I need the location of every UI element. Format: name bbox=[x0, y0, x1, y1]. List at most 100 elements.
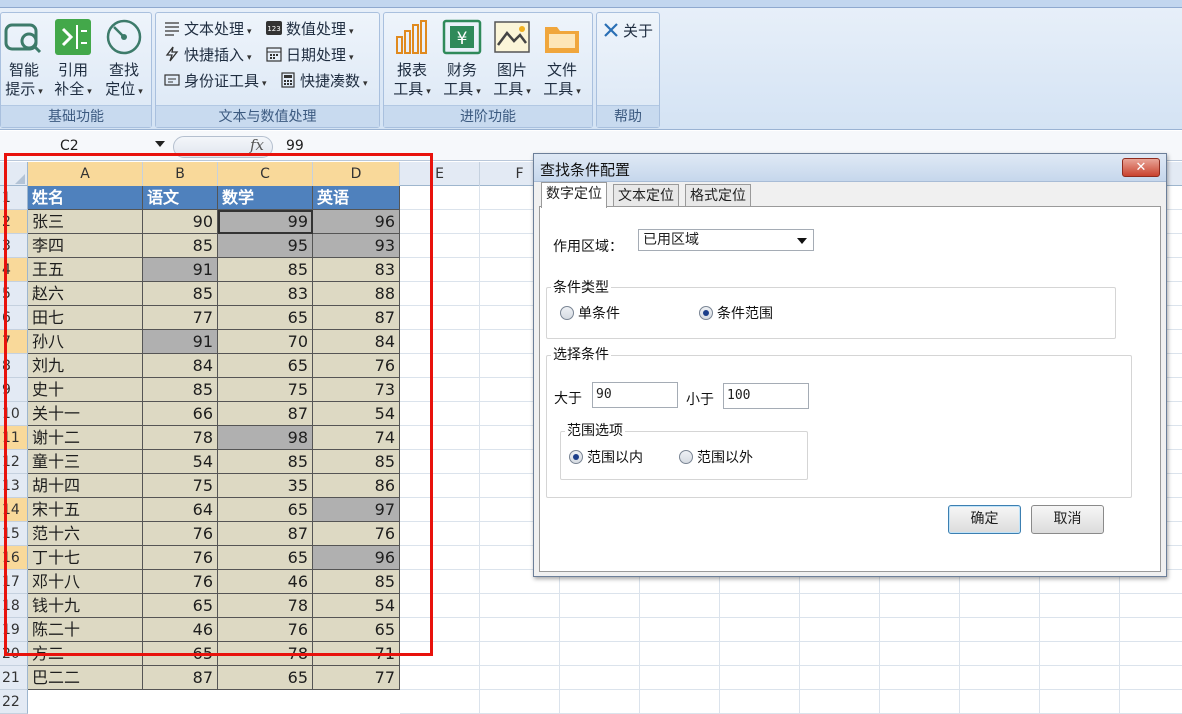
score-cell[interactable]: 76 bbox=[143, 522, 218, 546]
score-cell[interactable]: 90 bbox=[143, 210, 218, 234]
score-cell[interactable]: 77 bbox=[143, 306, 218, 330]
text-process-button[interactable]: 文本处理 ▾ bbox=[164, 17, 252, 41]
name-cell[interactable]: 钱十九 bbox=[28, 594, 143, 618]
less-than-input[interactable]: 100 bbox=[723, 383, 809, 409]
score-cell[interactable]: 65 bbox=[218, 498, 313, 522]
row-header-3[interactable]: 3 bbox=[0, 234, 28, 258]
range-inside-radio[interactable]: 范围以内 bbox=[569, 447, 643, 467]
name-cell[interactable]: 邓十八 bbox=[28, 570, 143, 594]
name-cell[interactable]: 胡十四 bbox=[28, 474, 143, 498]
score-cell[interactable]: 76 bbox=[218, 618, 313, 642]
picture-tool-button[interactable]: 图片 工具 ▾ bbox=[487, 17, 537, 102]
ok-button[interactable]: 确定 bbox=[948, 505, 1021, 534]
name-box-dropdown-icon[interactable] bbox=[155, 141, 165, 147]
score-cell[interactable]: 84 bbox=[313, 330, 400, 354]
score-cell[interactable]: 85 bbox=[313, 450, 400, 474]
score-cell[interactable]: 76 bbox=[143, 570, 218, 594]
name-cell[interactable]: 童十三 bbox=[28, 450, 143, 474]
score-cell[interactable]: 76 bbox=[313, 522, 400, 546]
name-cell[interactable]: 赵六 bbox=[28, 282, 143, 306]
date-process-button[interactable]: 日期处理 ▾ bbox=[266, 43, 354, 67]
name-box[interactable]: C2 bbox=[0, 135, 170, 157]
score-cell[interactable]: 54 bbox=[143, 450, 218, 474]
row-header-4[interactable]: 4 bbox=[0, 258, 28, 282]
score-cell[interactable]: 74 bbox=[313, 426, 400, 450]
name-cell[interactable]: 孙八 bbox=[28, 330, 143, 354]
score-cell[interactable]: 85 bbox=[313, 570, 400, 594]
score-cell[interactable]: 78 bbox=[218, 642, 313, 666]
name-cell[interactable]: 巴二二 bbox=[28, 666, 143, 690]
score-cell[interactable]: 87 bbox=[218, 402, 313, 426]
row-header-15[interactable]: 15 bbox=[0, 522, 28, 546]
score-cell[interactable]: 75 bbox=[218, 378, 313, 402]
score-cell[interactable]: 64 bbox=[143, 498, 218, 522]
score-cell[interactable]: 65 bbox=[313, 618, 400, 642]
name-cell[interactable]: 李四 bbox=[28, 234, 143, 258]
score-cell[interactable]: 46 bbox=[218, 570, 313, 594]
tab-text-locate[interactable]: 文本定位 bbox=[613, 184, 679, 207]
score-cell[interactable]: 88 bbox=[313, 282, 400, 306]
single-condition-radio[interactable]: 单条件 bbox=[560, 303, 620, 323]
name-cell[interactable]: 刘九 bbox=[28, 354, 143, 378]
row-header-8[interactable]: 8 bbox=[0, 354, 28, 378]
report-tool-button[interactable]: 报表 工具 ▾ bbox=[387, 17, 437, 102]
row-header-2[interactable]: 2 bbox=[0, 210, 28, 234]
score-cell[interactable]: 70 bbox=[218, 330, 313, 354]
score-cell[interactable]: 66 bbox=[143, 402, 218, 426]
file-tool-button[interactable]: 文件 工具 ▾ bbox=[537, 17, 587, 102]
dialog-titlebar[interactable]: 查找条件配置 ✕ bbox=[534, 154, 1166, 182]
finance-tool-button[interactable]: ¥ 财务 工具 ▾ bbox=[437, 17, 487, 102]
column-header-b[interactable]: B bbox=[143, 162, 218, 186]
score-cell[interactable]: 75 bbox=[143, 474, 218, 498]
function-icon[interactable]: fx bbox=[250, 136, 264, 154]
row-header-5[interactable]: 5 bbox=[0, 282, 28, 306]
row-header-22[interactable]: 22 bbox=[0, 690, 28, 714]
score-cell[interactable]: 96 bbox=[313, 210, 400, 234]
score-cell[interactable]: 85 bbox=[143, 282, 218, 306]
row-header-19[interactable]: 19 bbox=[0, 618, 28, 642]
score-cell[interactable]: 35 bbox=[218, 474, 313, 498]
name-cell[interactable]: 田七 bbox=[28, 306, 143, 330]
row-header-6[interactable]: 6 bbox=[0, 306, 28, 330]
row-header-21[interactable]: 21 bbox=[0, 666, 28, 690]
score-cell[interactable]: 46 bbox=[143, 618, 218, 642]
row-header-11[interactable]: 11 bbox=[0, 426, 28, 450]
row-header-16[interactable]: 16 bbox=[0, 546, 28, 570]
greater-than-input[interactable]: 90 bbox=[592, 382, 678, 408]
reference-complete-button[interactable]: 引用 补全 ▾ bbox=[48, 17, 98, 102]
score-cell[interactable]: 76 bbox=[313, 354, 400, 378]
score-cell[interactable]: 83 bbox=[313, 258, 400, 282]
tab-format-locate[interactable]: 格式定位 bbox=[685, 184, 751, 207]
score-cell[interactable]: 97 bbox=[313, 498, 400, 522]
score-cell[interactable]: 85 bbox=[143, 234, 218, 258]
name-cell[interactable]: 谢十二 bbox=[28, 426, 143, 450]
score-cell[interactable]: 96 bbox=[313, 546, 400, 570]
score-cell[interactable]: 99 bbox=[218, 210, 313, 234]
score-cell[interactable]: 95 bbox=[218, 234, 313, 258]
score-cell[interactable]: 65 bbox=[218, 306, 313, 330]
name-cell[interactable]: 丁十七 bbox=[28, 546, 143, 570]
tab-number-locate[interactable]: 数字定位 bbox=[541, 182, 607, 208]
score-cell[interactable]: 85 bbox=[143, 378, 218, 402]
scope-select[interactable]: 已用区域 bbox=[638, 229, 814, 251]
score-cell[interactable]: 98 bbox=[218, 426, 313, 450]
name-cell[interactable]: 方二 bbox=[28, 642, 143, 666]
close-button[interactable]: ✕ bbox=[1122, 158, 1160, 177]
column-header-d[interactable]: D bbox=[313, 162, 400, 186]
column-header-a[interactable]: A bbox=[28, 162, 143, 186]
score-cell[interactable]: 91 bbox=[143, 330, 218, 354]
row-header-9[interactable]: 9 bbox=[0, 378, 28, 402]
quick-insert-button[interactable]: 快捷插入 ▾ bbox=[164, 43, 252, 67]
smart-hint-button[interactable]: 智能 提示 ▾ bbox=[0, 17, 49, 102]
score-cell[interactable]: 87 bbox=[218, 522, 313, 546]
score-cell[interactable]: 78 bbox=[218, 594, 313, 618]
score-cell[interactable]: 76 bbox=[143, 546, 218, 570]
score-cell[interactable]: 85 bbox=[218, 450, 313, 474]
cancel-button[interactable]: 取消 bbox=[1031, 505, 1104, 534]
name-cell[interactable]: 范十六 bbox=[28, 522, 143, 546]
header-cell[interactable]: 数学 bbox=[218, 186, 313, 210]
row-header-17[interactable]: 17 bbox=[0, 570, 28, 594]
row-header-12[interactable]: 12 bbox=[0, 450, 28, 474]
score-cell[interactable]: 87 bbox=[143, 666, 218, 690]
range-outside-radio[interactable]: 范围以外 bbox=[679, 447, 753, 467]
